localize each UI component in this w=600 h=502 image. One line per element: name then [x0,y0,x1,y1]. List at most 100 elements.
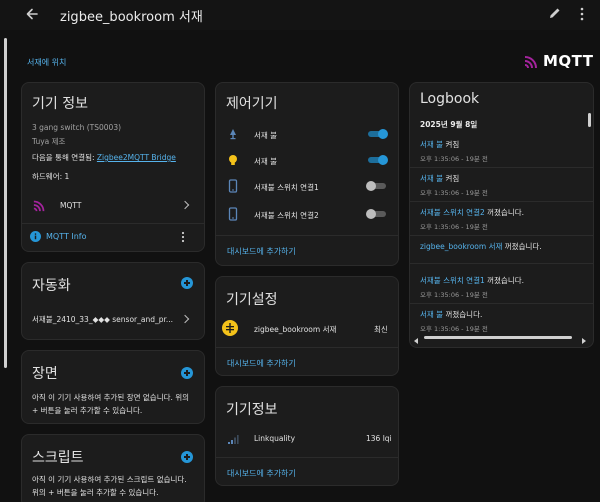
firmware-row[interactable]: zigbee_bookroom 서재 최신 [216,317,398,339]
logbook-entity-link[interactable]: 서재불 스위치 연결2 [420,208,485,217]
control-label: 서재 불 [254,157,278,166]
add-to-dashboard-button[interactable]: 대시보드에 추가하기 [227,246,296,257]
logbook-action: 꺼졌습니다. [502,242,542,251]
mqtt-signal-icon [33,200,45,212]
logbook-entry: 서재불 스위치 연결2 꺼졌습니다. 오후 1:35:06 - 19분 전 [420,207,524,231]
toggle-switch[interactable] [366,155,388,165]
info-icon [30,231,41,242]
device-model: 3 gang switch (TS0003) [32,123,122,132]
logbook-time: 오후 1:35:06 - 19분 전 [420,189,488,197]
add-to-dashboard-button[interactable]: 대시보드에 추가하기 [227,468,296,479]
page-title: zigbee_bookroom 서재 [60,10,203,25]
mqtt-info-button[interactable]: MQTT Info [30,230,100,244]
logbook-action: 켜짐 [443,140,460,149]
logbook-entry: zigbee_bookroom 서재 꺼졌습니다. [420,241,542,252]
logbook-entry: 서재 불 꺼졌습니다. 오후 1:35:06 - 19분 전 [420,309,488,333]
automation-card: 자동화 서재불_2410_33_◆◆◆ sensor_and_pr... [21,262,205,340]
diagnostic-title: 기기정보 [226,402,278,418]
entry-divider [410,303,593,304]
device-manufacturer: Tuya 제조 [32,137,66,146]
control-row[interactable]: 서재불 스위치 연결2 [216,203,398,225]
chevron-right-icon [180,200,190,210]
card-divider [216,457,398,458]
logbook-action: 켜짐 [443,174,460,183]
logbook-entity-link[interactable]: 서재불 스위치 연결1 [420,276,485,285]
scripts-card: 스크립트 아직 이 기기 사용하여 추가된 스크립트 없습니다. 위의 + 버튼… [21,434,205,502]
automation-name: 서재불_2410_33_◆◆◆ sensor_and_pr... [32,315,174,324]
diagnostic-card: 기기정보 Linkquality 136 lqi 대시보드에 추가하기 [215,386,399,486]
top-app-bar: zigbee_bookroom 서재 [0,0,600,30]
control-row[interactable]: 서재 불 [216,149,398,171]
integration-row[interactable]: MQTT [22,193,204,217]
logbook-scroll-thumb[interactable] [588,113,591,127]
scroll-right-arrow-icon[interactable] [582,338,586,344]
logbook-title: Logbook [420,91,480,107]
logbook-date: 2025년 9월 8일 [420,120,478,129]
configuration-card: 기기설정 zigbee_bookroom 서재 최신 대시보드에 추가하기 [215,276,399,376]
logbook-time: 오후 1:35:06 - 19분 전 [420,291,488,299]
add-script-button[interactable] [181,451,193,463]
control-row[interactable]: 서재불 스위치 연결1 [216,175,398,197]
logbook-card: Logbook 2025년 9월 8일 서재 불 켜짐 오후 1:35:06 -… [409,82,594,348]
card-divider [216,235,398,236]
add-to-dashboard-button[interactable]: 대시보드에 추가하기 [227,358,296,369]
logbook-entry: 서재 불 켜짐 오후 1:35:06 - 19분 전 [420,173,488,197]
logbook-entity-link[interactable]: 서재 불 [420,140,443,149]
logbook-action: 꺼졌습니다. [443,310,483,319]
signal-strength-icon [228,435,239,444]
more-vert-icon[interactable] [180,231,186,243]
logbook-time: 오후 1:35:06 - 19분 전 [420,223,488,231]
logbook-entity-link[interactable]: zigbee_bookroom 서재 [420,242,502,251]
back-arrow-icon[interactable] [24,6,40,22]
lightbulb-icon [229,155,237,165]
logbook-entry: 서재불 스위치 연결1 꺼졌습니다. 오후 1:35:06 - 19분 전 [420,275,524,299]
automation-title: 자동화 [32,278,71,294]
hardware-version: 하드웨어: 1 [32,172,70,181]
add-automation-button[interactable] [181,277,193,289]
logbook-entity-link[interactable]: 서재 불 [420,174,443,183]
toggle-switch[interactable] [366,181,388,191]
area-breadcrumb-link[interactable]: 서재에 위치 [27,57,66,68]
connected-via: 다음을 통해 연결됨: Zigbee2MQTT Bridge [32,152,176,163]
pencil-icon[interactable] [548,6,562,20]
logbook-entity-link[interactable]: 서재 불 [420,310,443,319]
mqtt-info-label: MQTT Info [46,232,87,241]
lamp-icon [230,129,236,140]
horizontal-scrollbar[interactable] [424,336,572,339]
toggle-switch[interactable] [366,129,388,139]
control-label: 서재 불 [254,131,278,140]
control-row[interactable]: 서재 불 [216,123,398,145]
mqtt-logo: MQTT [524,52,594,70]
scenes-empty-line-2: + 버튼을 눌러 추가할 수 있습니다. [32,406,143,415]
scripts-empty-line-2: 위의 + 버튼을 눌러 추가할 수 있습니다. [32,488,159,497]
linkquality-value: 136 lqi [366,434,392,443]
more-vert-icon[interactable] [577,7,587,21]
zigbee2mqtt-bridge-link[interactable]: Zigbee2MQTT Bridge [97,153,176,162]
scenes-title: 장면 [32,366,58,382]
logbook-entry: 서재 불 켜짐 오후 1:35:06 - 19분 전 [420,139,488,163]
mqtt-logo-text: MQTT [543,52,594,70]
controls-card: 제어기기 서재 불 서재 불 서재불 스위치 연결1 서재불 스위치 연결2 대… [215,82,399,266]
control-label: 서재불 스위치 연결1 [254,183,319,192]
entry-divider [410,235,593,236]
firmware-entity-name: zigbee_bookroom 서재 [254,325,337,334]
scripts-title: 스크립트 [32,450,84,466]
scenes-empty-line-1: 아직 이 기기 사용하여 추가된 장면 없습니다. 위의 [32,393,190,402]
logbook-time: 오후 1:35:06 - 19분 전 [420,325,488,333]
linkquality-row[interactable]: Linkquality 136 lqi [216,429,398,449]
logbook-action: 꺼졌습니다. [484,208,525,217]
add-scene-button[interactable] [181,367,193,379]
device-info-card: 기기 정보 3 gang switch (TS0003) Tuya 제조 다음을… [21,82,205,252]
automation-list-item[interactable]: 서재불_2410_33_◆◆◆ sensor_and_pr... [22,309,204,329]
phone-icon [228,179,238,193]
card-divider [22,223,204,224]
logbook-action: 꺼졌습니다. [484,276,525,285]
scripts-empty-line-1: 아직 이 기기 사용하여 추가된 스크립트 없습니다. [32,475,187,484]
scroll-left-arrow-icon[interactable] [414,338,418,344]
linkquality-label: Linkquality [254,434,296,443]
control-label: 서재불 스위치 연결2 [254,211,319,220]
entry-divider [410,263,593,264]
mqtt-signal-icon [524,56,537,69]
toggle-switch[interactable] [366,209,388,219]
page-scrollbar[interactable] [4,38,7,368]
